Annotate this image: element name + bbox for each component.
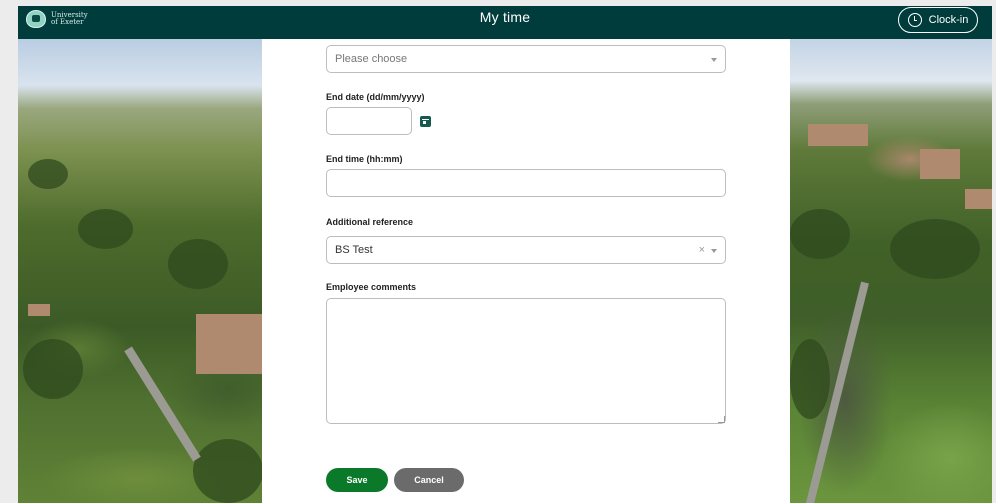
tree-cluster — [168, 239, 228, 289]
top-bar: University of Exeter My time Clock-in — [18, 6, 992, 39]
tree-cluster — [28, 159, 68, 189]
tree-cluster — [78, 209, 133, 249]
chevron-down-icon[interactable] — [711, 58, 717, 62]
campus-photo-right — [790, 39, 992, 503]
campus-photo-left — [18, 39, 262, 503]
category-select[interactable]: Please choose — [326, 45, 726, 73]
tree-cluster — [193, 439, 262, 503]
form-panel: Please choose End date (dd/mm/yyyy) End … — [262, 39, 790, 503]
resize-handle-icon[interactable] — [718, 416, 725, 423]
end-time-field[interactable] — [326, 169, 726, 197]
additional-reference-label: Additional reference — [326, 217, 414, 227]
employee-comments-field[interactable] — [326, 298, 726, 424]
tree-cluster — [23, 339, 83, 399]
tree-cluster — [890, 219, 980, 279]
end-date-label: End date (dd/mm/yyyy) — [326, 92, 425, 102]
building — [920, 149, 960, 179]
end-time-label: End time (hh:mm) — [326, 154, 403, 164]
clock-in-button[interactable]: Clock-in — [898, 7, 978, 33]
cancel-button[interactable]: Cancel — [394, 468, 464, 492]
clock-icon — [907, 13, 922, 27]
calendar-icon[interactable] — [420, 116, 431, 127]
save-button[interactable]: Save — [326, 468, 388, 492]
category-select-placeholder: Please choose — [335, 53, 408, 65]
additional-reference-select[interactable]: BS Test × — [326, 236, 726, 264]
additional-reference-value: BS Test — [335, 244, 373, 256]
page-title: My time — [479, 9, 531, 25]
clock-in-label: Clock-in — [928, 14, 969, 26]
road — [124, 346, 201, 462]
clear-icon[interactable]: × — [699, 244, 705, 256]
tree-cluster — [790, 339, 830, 419]
building — [808, 124, 868, 146]
employee-comments-label: Employee comments — [326, 282, 417, 292]
tree-cluster — [790, 209, 850, 259]
building — [965, 189, 992, 209]
end-date-field[interactable] — [326, 107, 412, 135]
building — [196, 314, 262, 374]
app-window: University of Exeter My time Clock-in Pl… — [18, 6, 992, 503]
chevron-down-icon[interactable] — [711, 249, 717, 253]
building — [28, 304, 50, 316]
